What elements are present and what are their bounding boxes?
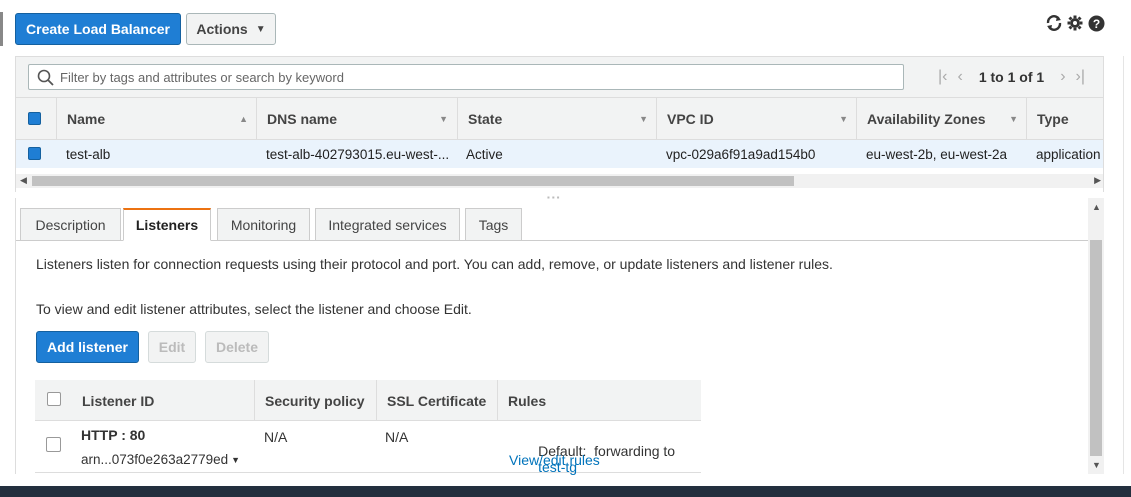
pagination-text: 1 to 1 of 1 [978,69,1045,85]
column-label: Type [1037,111,1069,127]
tab-monitoring[interactable]: Monitoring [217,208,310,241]
cell-vpc: vpc-029a6f91a9ad154b0 [666,146,816,162]
chevron-down-icon: ▼ [231,454,241,465]
listener-arn[interactable]: arn...073f0e263a2779ed ▼ [81,452,240,467]
column-header-security-policy: Security policy [254,380,376,421]
scroll-left-icon[interactable]: ◀ [20,175,27,186]
last-page-icon[interactable]: ›| [1076,68,1085,86]
column-header-dns[interactable]: DNS name ▼ [256,98,456,140]
refresh-icon[interactable] [1045,14,1063,32]
listeners-table-header: Listener ID Security policy SSL Certific… [35,380,701,421]
cell-azs: eu-west-2b, eu-west-2a [866,146,1008,162]
scroll-right-icon[interactable]: ▶ [1094,175,1101,186]
prev-page-icon[interactable]: ‹ [958,68,963,86]
scroll-up-icon[interactable]: ▲ [1092,202,1101,212]
sort-icon: ▼ [839,114,848,124]
tab-tags[interactable]: Tags [465,208,522,241]
sort-asc-icon: ▲ [239,114,248,124]
column-header-type[interactable]: Type [1026,98,1103,140]
gear-icon[interactable] [1066,14,1084,32]
left-edge-divider [0,12,3,46]
delete-listener-button[interactable]: Delete [205,331,269,363]
next-page-icon[interactable]: › [1060,68,1065,86]
listener-ssl-certificate: N/A [385,429,409,445]
actions-dropdown-button[interactable]: Actions ▼ [186,13,276,45]
search-box[interactable] [28,64,904,90]
scrollbar-thumb[interactable] [1090,240,1102,456]
scrollbar-thumb[interactable] [32,176,794,186]
sort-icon: ▼ [1009,114,1018,124]
load-balancers-console: Create Load Balancer Actions ▼ ? |‹ ‹ 1 … [0,0,1131,497]
scroll-down-icon[interactable]: ▼ [1092,460,1101,470]
listeners-intro-text: Listeners listen for connection requests… [36,256,833,272]
cell-dns: test-alb-402793015.eu-west-... [266,146,450,162]
listener-protocol-port: HTTP : 80 [81,427,146,443]
detail-tabs: Description Listeners Monitoring Integra… [16,208,1088,241]
column-header-name[interactable]: Name ▲ [56,98,256,140]
listeners-select-all-checkbox[interactable] [47,392,61,406]
tab-integrated-services[interactable]: Integrated services [315,208,460,241]
vertical-scrollbar[interactable]: ▲ ▼ [1088,198,1104,474]
svg-text:?: ? [1092,17,1099,31]
edit-listener-button[interactable]: Edit [148,331,196,363]
top-toolbar: Create Load Balancer Actions ▼ ? [0,0,1131,56]
table-row[interactable]: HTTP : 80 arn...073f0e263a2779ed ▼ N/A N… [35,421,701,475]
listener-arn-text: arn...073f0e263a2779ed [81,452,229,467]
tab-listeners[interactable]: Listeners [123,208,211,241]
listener-row-checkbox[interactable] [46,437,61,452]
page-scrollbar-track [1123,56,1131,474]
help-icon[interactable]: ? [1087,14,1105,32]
top-icon-group: ? [1045,14,1105,32]
first-page-icon[interactable]: |‹ [938,68,947,86]
add-listener-button[interactable]: Add listener [36,331,139,363]
column-label: Availability Zones [867,111,986,127]
cell-state: Active [466,146,503,162]
column-label: VPC ID [667,111,714,127]
view-edit-rules-link[interactable]: View/edit rules [509,452,600,468]
chevron-down-icon: ▼ [255,23,266,35]
listeners-edit-hint: To view and edit listener attributes, se… [36,301,472,317]
column-header-ssl-certificate: SSL Certificate [376,380,497,421]
column-header-listener-id: Listener ID [82,392,155,409]
listener-security-policy: N/A [264,429,288,445]
search-icon [37,69,54,86]
column-header-rules: Rules [497,380,701,421]
table-header: Name ▲ DNS name ▼ State ▼ VPC ID ▼ Avail… [16,98,1103,140]
pagination: |‹ ‹ 1 to 1 of 1 › ›| [938,68,1085,86]
create-load-balancer-button[interactable]: Create Load Balancer [15,13,181,45]
tab-description[interactable]: Description [20,208,121,241]
cell-type: application [1036,146,1101,162]
sort-icon: ▼ [639,114,648,124]
load-balancer-table: Name ▲ DNS name ▼ State ▼ VPC ID ▼ Avail… [15,98,1104,192]
sort-icon: ▼ [439,114,448,124]
column-header-vpc[interactable]: VPC ID ▼ [656,98,856,140]
row-checkbox[interactable] [28,147,41,160]
actions-label: Actions [196,21,248,37]
column-label: State [468,111,503,127]
filter-strip: |‹ ‹ 1 to 1 of 1 › ›| [15,56,1104,98]
column-label: DNS name [267,111,338,127]
column-label: Name [67,111,106,127]
column-header-azs[interactable]: Availability Zones ▼ [856,98,1026,140]
column-header-state[interactable]: State ▼ [457,98,656,140]
horizontal-scrollbar[interactable]: ◀ ▶ [16,174,1103,188]
bottom-footer-bar [0,486,1131,497]
select-all-checkbox[interactable] [28,112,41,125]
search-input[interactable] [60,69,880,85]
cell-name: test-alb [66,146,111,162]
